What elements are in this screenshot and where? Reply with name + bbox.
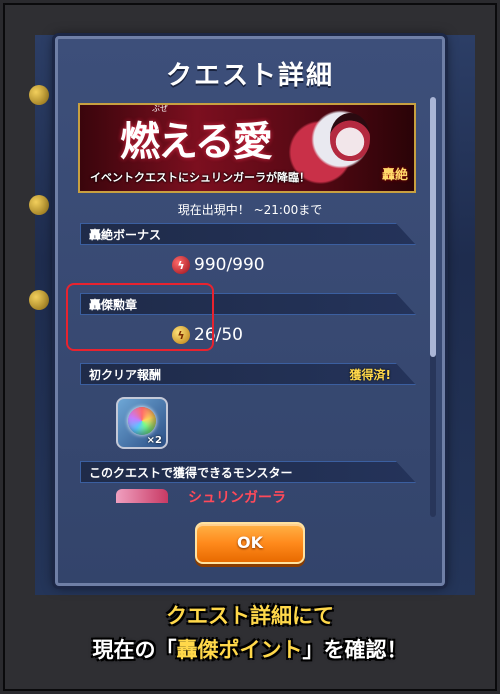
highlight-box: [66, 283, 214, 351]
side-orb-icon: [29, 195, 49, 215]
reward-item[interactable]: ×2: [116, 397, 168, 449]
caption-line-1: クエスト詳細にて: [166, 604, 334, 628]
monster-mask-icon: [330, 113, 370, 161]
side-orb-icon: [29, 85, 49, 105]
section-header-first-clear: 初クリア報酬 獲得済!: [80, 363, 416, 385]
monster-list-item[interactable]: シュリンガーラ: [116, 489, 416, 506]
bonus-value-row: ϟ 990/990: [172, 255, 265, 275]
monster-name: シュリンガーラ: [188, 490, 286, 506]
caption-line-2: 現在の「轟傑ポイント」を確認！: [0, 634, 500, 664]
caption-prefix: 現在の「: [92, 638, 177, 662]
section-label: 初クリア報酬: [89, 368, 162, 382]
section-label: 轟絶ボーナス: [89, 228, 162, 242]
section-header-bonus: 轟絶ボーナス: [80, 223, 416, 245]
banner-title: 燃える愛: [120, 118, 273, 165]
caption-highlight: 轟傑ポイント: [176, 638, 303, 662]
event-banner[interactable]: ぶぜ 燃える愛 イベントクエストにシュリンガーラが降臨！ 轟絶: [78, 103, 416, 193]
caption-suffix: 」を確認！: [302, 638, 408, 662]
event-time: 現在出現中！ ~21:00まで: [177, 203, 323, 217]
banner-subtitle: イベントクエストにシュリンガーラが降臨！: [90, 171, 310, 184]
obtained-badge: 獲得済!: [349, 368, 391, 382]
dialog-title: クエスト詳細: [165, 61, 334, 91]
ok-button[interactable]: OK: [195, 522, 305, 564]
section-label: このクエストで獲得できるモンスター: [89, 466, 293, 480]
difficulty-badge: 轟絶: [381, 168, 408, 183]
reward-quantity: ×2: [146, 435, 162, 446]
bonus-value: 990/990: [194, 255, 265, 275]
rainbow-orb-icon: [128, 407, 156, 435]
scroll-thumb[interactable]: [430, 97, 436, 357]
monster-thumbnail: [116, 489, 168, 503]
scrollbar[interactable]: [430, 97, 436, 517]
red-lightning-icon: ϟ: [172, 256, 190, 274]
side-orb-icon: [29, 290, 49, 310]
section-header-monsters: このクエストで獲得できるモンスター: [80, 461, 416, 483]
